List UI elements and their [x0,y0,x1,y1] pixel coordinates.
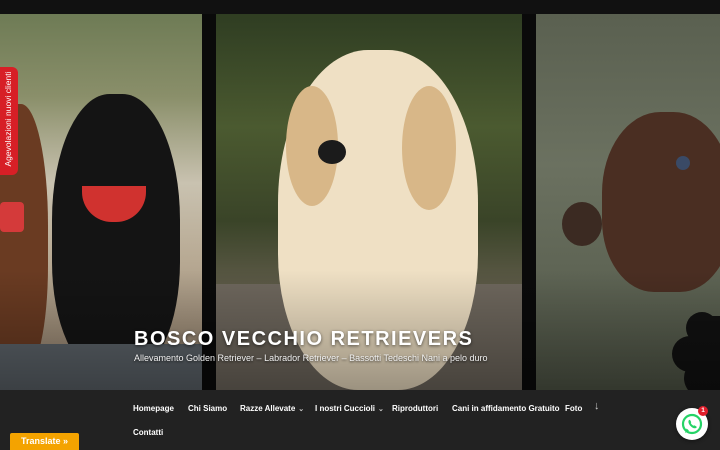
puppy-paw [562,202,602,246]
nav-item-cani-in-affidamento[interactable]: Cani in affidamento Gratuito [452,404,560,413]
side-promo-tab[interactable]: Agevolazioni nuovi clienti [0,67,18,175]
nav-item-homepage[interactable]: Homepage [133,404,174,413]
dachshund-puppy [602,112,720,292]
nav-label: Chi Siamo [188,404,228,413]
notification-badge: 1 [698,406,708,416]
nav-label: Foto [565,404,583,413]
translate-button[interactable]: Translate » [10,433,79,450]
nav-item-foto[interactable]: Foto [565,404,582,413]
nav-label: Contatti [133,428,164,437]
nav-item-chi-siamo[interactable]: Chi Siamo [188,404,227,413]
nav-label: I nostri Cuccioli [315,404,376,413]
chevron-down-icon: ⌄ [298,406,305,413]
nav-label: Riproduttori [392,404,439,413]
top-bar [0,0,720,14]
site-title[interactable]: BOSCO VECCHIO RETRIEVERS [134,328,473,351]
nav-label: Razze Allevate [240,404,296,413]
nav-label: Cani in affidamento Gratuito [452,404,560,413]
nav-label: Homepage [133,404,174,413]
main-navigation: Homepage Chi Siamo Razze Allevate ⌄ I nos… [0,390,720,450]
puppy-eye [676,156,690,170]
side-promo-label: Agevolazioni nuovi clienti [3,71,13,167]
scroll-down-icon[interactable]: ↓ [594,400,600,412]
nav-item-riproduttori[interactable]: Riproduttori [392,404,438,413]
red-bandana [0,202,24,232]
site-description: Allevamento Golden Retriever – Labrador … [134,353,488,363]
puppy-ear-right [402,86,456,210]
nav-item-i-nostri-cuccioli[interactable]: I nostri Cuccioli ⌄ [315,404,384,413]
nav-item-razze-allevate[interactable]: Razze Allevate ⌄ [240,404,304,413]
chevron-down-icon: ⌄ [378,406,384,413]
nav-item-contatti[interactable]: Contatti [133,428,163,437]
puppy-nose [318,140,346,164]
